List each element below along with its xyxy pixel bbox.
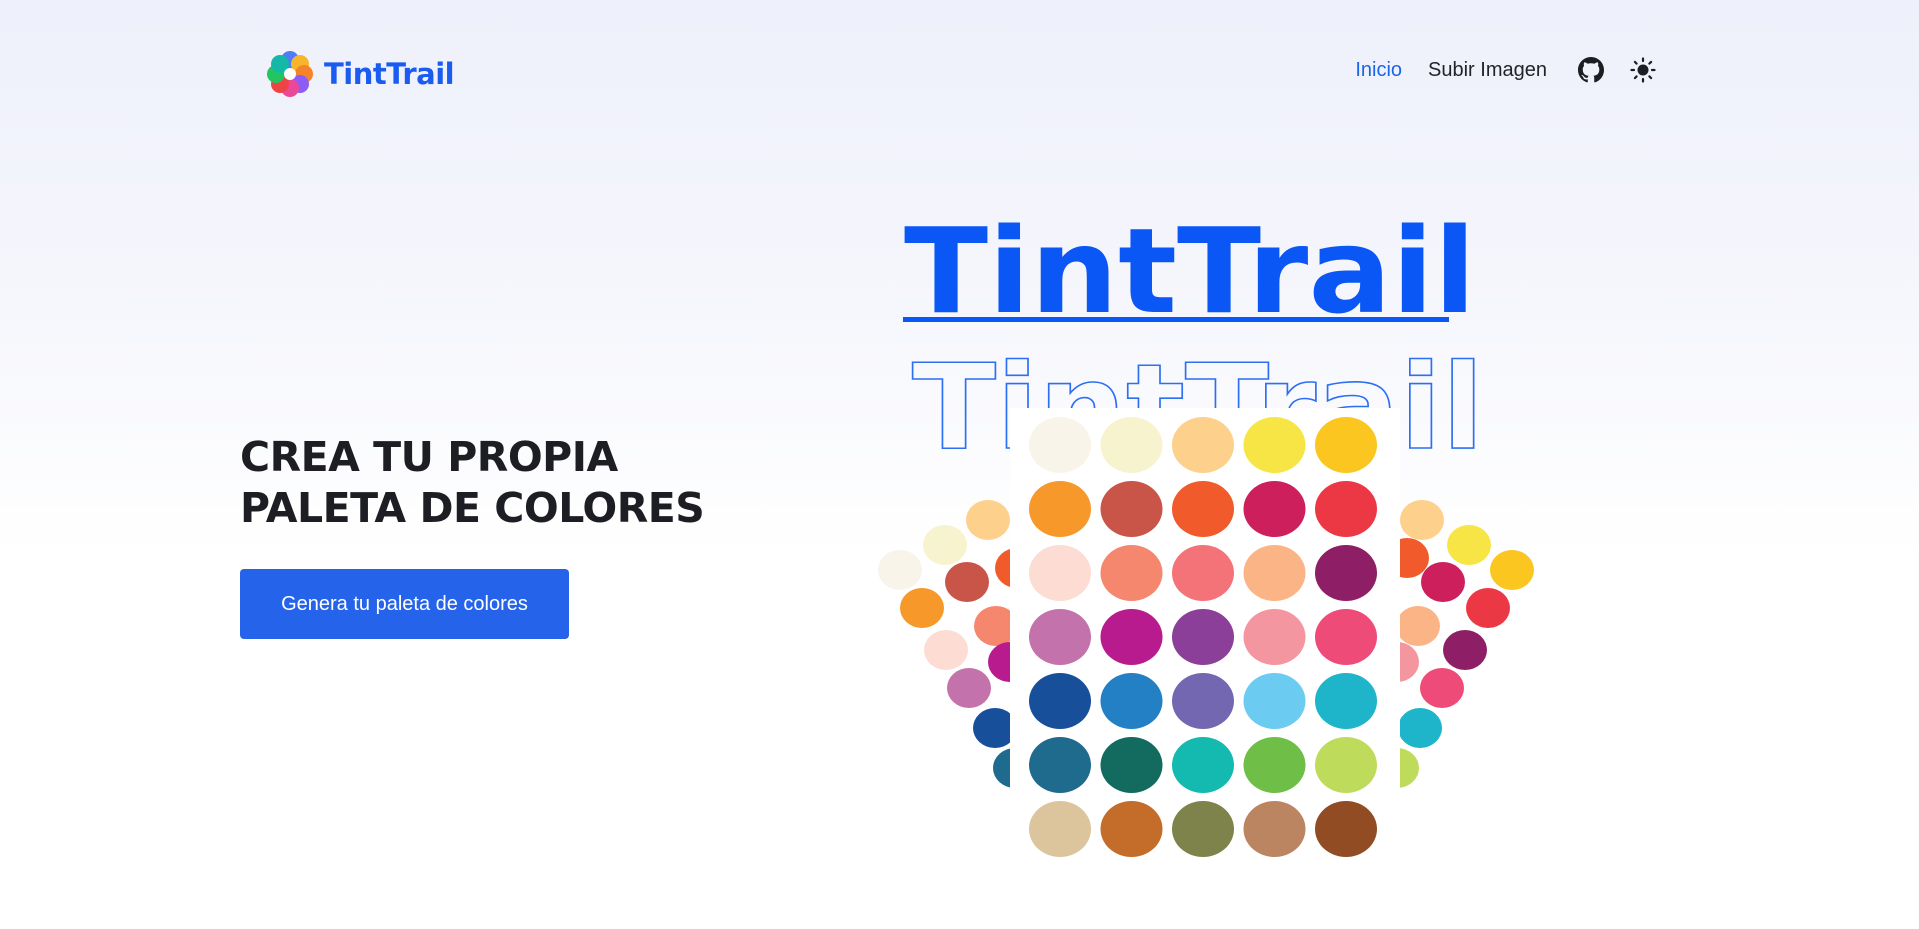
side-swatch-right [1396, 606, 1440, 646]
side-swatch-left [966, 500, 1010, 540]
navbar: TintTrail Inicio Subir Imagen [0, 0, 1919, 150]
palette-swatch [1243, 801, 1306, 857]
nav-link-subir-imagen[interactable]: Subir Imagen [1428, 59, 1547, 82]
side-swatch-right [1490, 550, 1534, 590]
palette-swatch [1029, 481, 1091, 537]
side-swatch-right [1398, 708, 1442, 748]
palette-swatch [1100, 481, 1163, 537]
palette-swatch [1243, 609, 1306, 665]
palette-swatch [1172, 737, 1234, 793]
hero-section: CREA TU PROPIA PALETA DE COLORES [240, 432, 705, 534]
palette-swatch [1029, 417, 1091, 473]
palette-swatch [1172, 673, 1234, 729]
hero-title-line-2: PALETA DE COLORES [240, 484, 705, 532]
palette-swatch [1100, 673, 1163, 729]
palette-swatch [1029, 801, 1091, 857]
palette-swatch [1243, 481, 1306, 537]
side-swatch-right [1420, 668, 1464, 708]
wordmark-underline [903, 317, 1449, 322]
palette-swatch [1243, 737, 1306, 793]
palette-swatch [1029, 737, 1091, 793]
palette-swatch [1243, 417, 1306, 473]
generate-palette-button[interactable]: Genera tu paleta de colores [240, 569, 569, 639]
sun-icon [1630, 57, 1656, 83]
hero-title-line-1: CREA TU PROPIA [240, 433, 618, 481]
theme-toggle-button[interactable] [1629, 56, 1657, 84]
side-swatch-left [900, 588, 944, 628]
side-swatch-left [945, 562, 989, 602]
side-swatch-right [1443, 630, 1487, 670]
palette-swatch [1172, 481, 1234, 537]
side-swatch-right [1466, 588, 1510, 628]
brand-name: TintTrail [324, 57, 455, 91]
palette-swatch [1243, 545, 1306, 601]
palette-swatch [1100, 417, 1163, 473]
palette-swatch [1315, 673, 1377, 729]
palette-swatch [1100, 609, 1163, 665]
side-swatch-left [947, 668, 991, 708]
flower-logo-icon [267, 51, 313, 97]
side-swatch-right [1400, 500, 1444, 540]
palette-swatch [1029, 609, 1091, 665]
palette-swatch [1315, 737, 1377, 793]
palette-swatch [1315, 609, 1377, 665]
brand-logo[interactable]: TintTrail [264, 48, 455, 100]
palette-swatch [1315, 481, 1377, 537]
hero-title: CREA TU PROPIA PALETA DE COLORES [240, 432, 705, 534]
palette-swatch [1315, 417, 1377, 473]
palette-swatch [1100, 801, 1163, 857]
main-nav: Inicio Subir Imagen [1355, 56, 1657, 84]
side-swatch-left [923, 525, 967, 565]
side-swatch-left [878, 550, 922, 590]
palette-illustration: TintTrail TintTrail [878, 202, 1534, 857]
palette-swatch [1172, 801, 1234, 857]
github-link[interactable] [1577, 56, 1605, 84]
side-swatch-left [924, 630, 968, 670]
palette-swatch [1315, 545, 1377, 601]
palette-swatch [1100, 737, 1163, 793]
nav-link-inicio[interactable]: Inicio [1355, 59, 1402, 82]
side-swatch-right [1447, 525, 1491, 565]
palette-swatch [1172, 417, 1234, 473]
palette-swatch [1100, 545, 1163, 601]
side-swatch-right [1421, 562, 1465, 602]
palette-swatch [1315, 801, 1377, 857]
github-icon [1578, 57, 1604, 83]
palette-swatch [1029, 545, 1091, 601]
palette-swatch [1029, 673, 1091, 729]
palette-swatch [1172, 609, 1234, 665]
palette-swatch [1243, 673, 1306, 729]
palette-swatch [1172, 545, 1234, 601]
